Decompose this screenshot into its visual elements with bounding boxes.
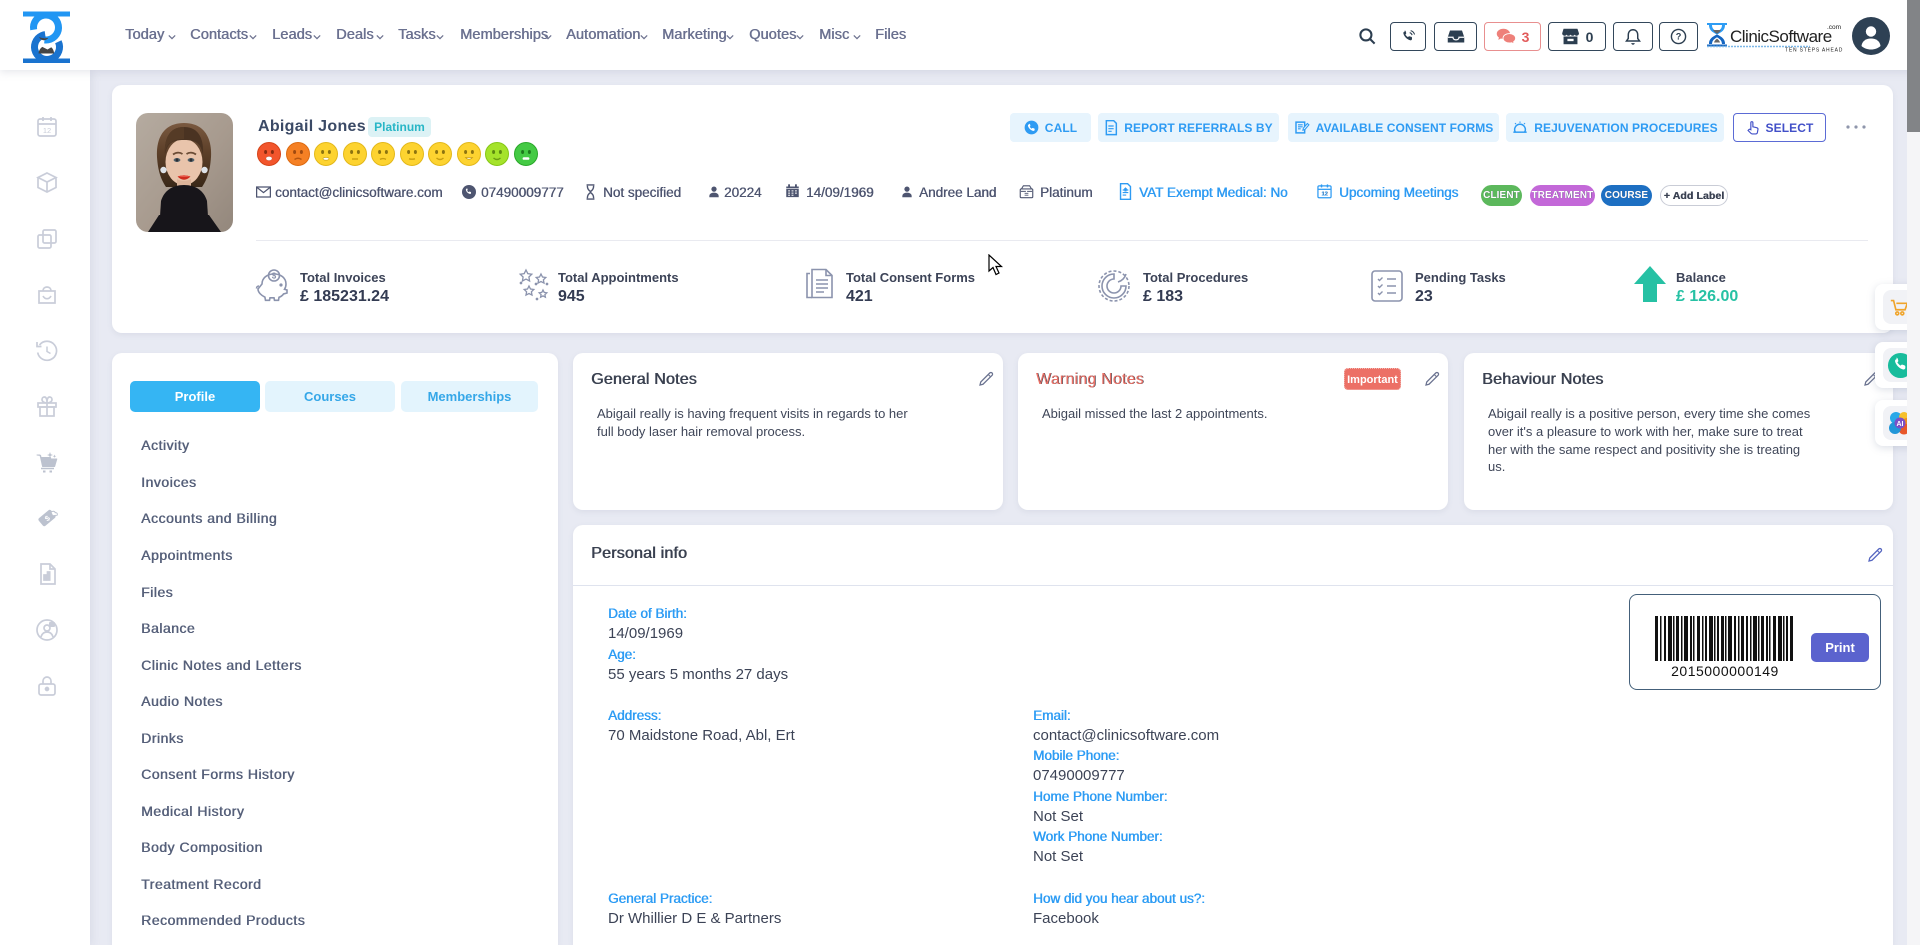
svg-text:.com: .com (1827, 24, 1841, 31)
svg-text:AI: AI (1897, 421, 1904, 428)
svg-text:?: ? (1676, 32, 1682, 42)
svg-text:12: 12 (43, 126, 51, 135)
svg-text:$: $ (272, 272, 277, 281)
svg-text:ClinicSoftware: ClinicSoftware (1730, 27, 1832, 46)
svg-text:TEN STEPS AHEAD: TEN STEPS AHEAD (1785, 48, 1843, 54)
